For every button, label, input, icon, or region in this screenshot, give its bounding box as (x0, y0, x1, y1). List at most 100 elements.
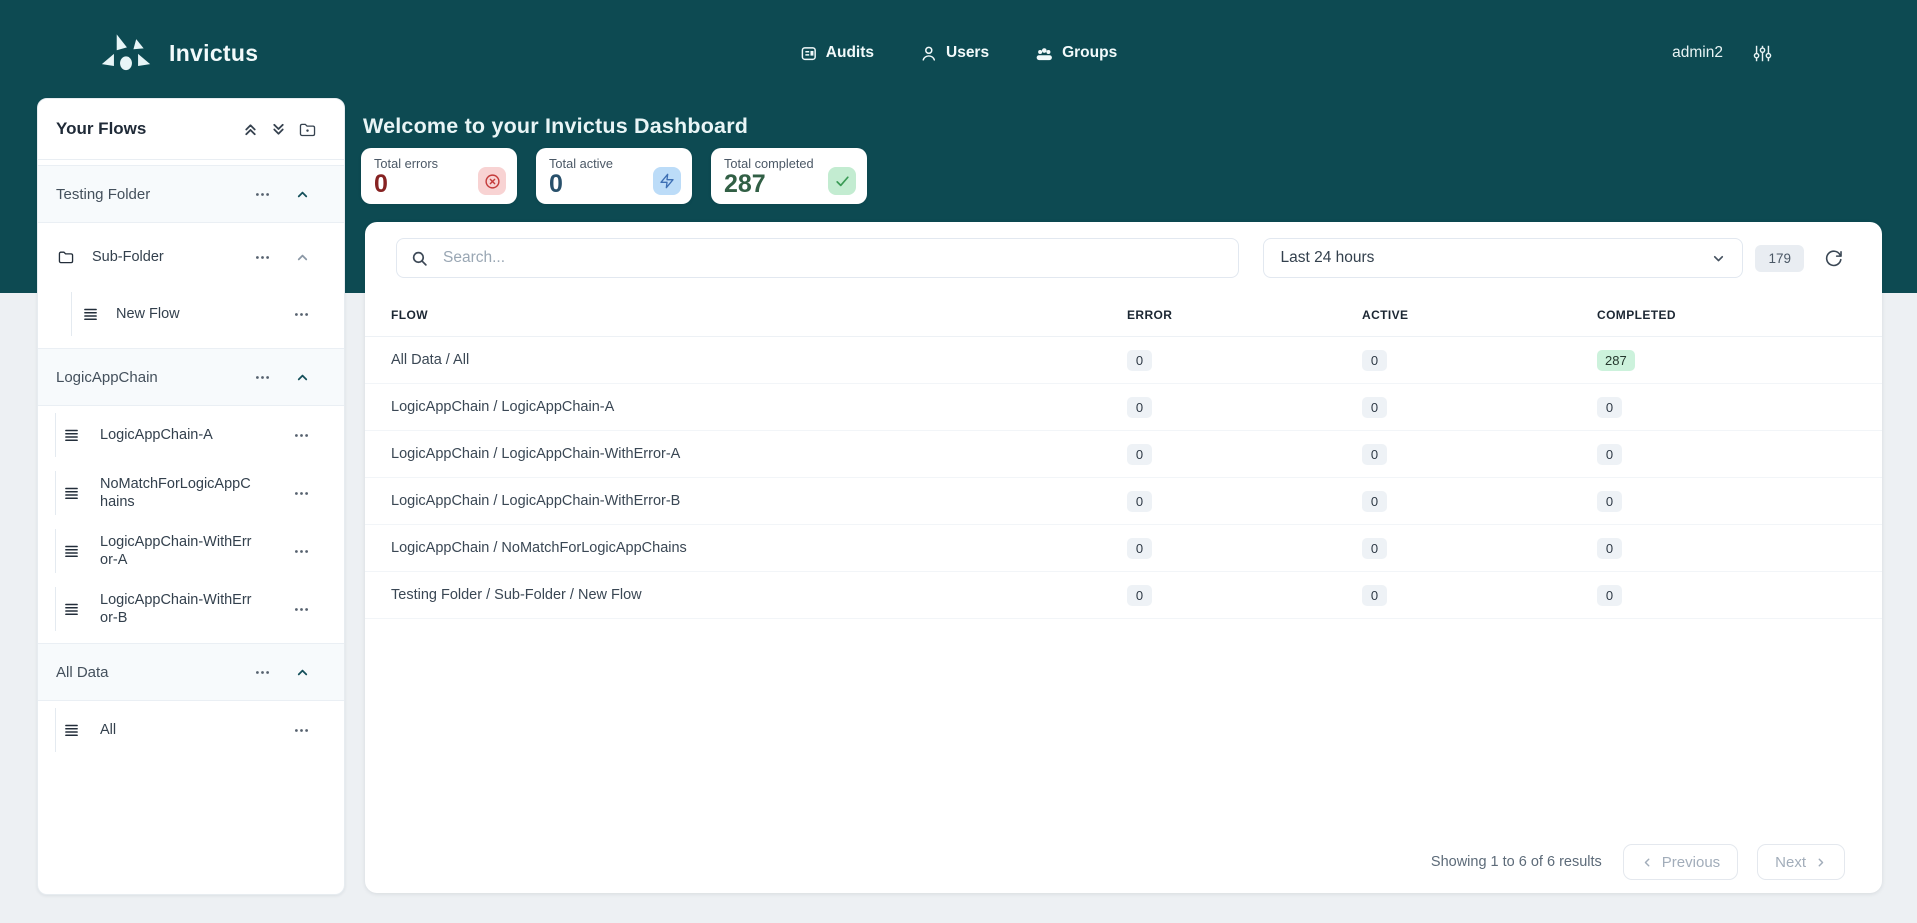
folder-menu-button[interactable] (252, 184, 273, 205)
settings-sliders-button[interactable] (1753, 44, 1772, 63)
previous-page-button[interactable]: Previous (1623, 844, 1738, 880)
error-circle-x-icon (478, 167, 506, 195)
subfolder-menu-button[interactable] (252, 247, 273, 268)
error-count: 0 (1127, 491, 1152, 512)
stat-label: Total active (549, 156, 613, 171)
table-row[interactable]: LogicAppChain / LogicAppChain-A 0 0 0 (365, 384, 1882, 431)
flow-icon (64, 723, 79, 738)
flow-menu-button[interactable] (291, 483, 312, 504)
completed-count: 0 (1597, 397, 1622, 418)
time-range-value: Last 24 hours (1280, 249, 1374, 267)
ellipsis-icon (254, 249, 271, 266)
brand-name: Invictus (169, 40, 258, 67)
sidebar-flow-all[interactable]: All (38, 701, 344, 759)
flow-name: LogicAppChain / LogicAppChain-A (391, 399, 1127, 415)
column-header-error: ERROR (1127, 308, 1362, 322)
column-header-completed: COMPLETED (1597, 308, 1856, 322)
folder-menu-button[interactable] (252, 662, 273, 683)
error-count: 0 (1127, 397, 1152, 418)
chevron-up-icon (295, 370, 310, 385)
nav-item-groups[interactable]: Groups (1035, 44, 1117, 62)
search-icon (411, 250, 428, 267)
top-bar-right: admin2 (1672, 44, 1917, 63)
sidebar-flow-new-flow[interactable]: New Flow (38, 285, 344, 343)
active-count: 0 (1362, 585, 1387, 606)
sidebar-folder-logicappchain[interactable]: LogicAppChain (38, 348, 344, 406)
folder-collapse-button[interactable] (293, 368, 312, 387)
flow-menu-button[interactable] (291, 304, 312, 325)
completed-count: 0 (1597, 491, 1622, 512)
table-row[interactable]: LogicAppChain / LogicAppChain-WithError-… (365, 478, 1882, 525)
flow-menu-button[interactable] (291, 720, 312, 741)
folder-menu-button[interactable] (252, 367, 273, 388)
chevron-up-icon (295, 250, 310, 265)
folder-collapse-button[interactable] (293, 185, 312, 204)
sidebar-header: Your Flows (38, 99, 344, 160)
completed-count: 0 (1597, 585, 1622, 606)
chevron-right-icon (1814, 856, 1827, 869)
collapse-all-button[interactable] (243, 122, 258, 137)
ellipsis-icon (293, 722, 310, 739)
flow-menu-button[interactable] (291, 599, 312, 620)
stats-row: Total errors 0 Total active 0 Total comp… (361, 148, 867, 204)
flow-menu-button[interactable] (291, 541, 312, 562)
completed-check-icon (828, 167, 856, 195)
time-range-select[interactable]: Last 24 hours (1263, 238, 1743, 278)
flow-name: All Data / All (391, 352, 1127, 368)
expand-all-button[interactable] (271, 122, 286, 137)
stat-card-total-errors: Total errors 0 (361, 148, 517, 204)
indent-guide (55, 471, 56, 515)
indent-guide (55, 529, 56, 573)
result-count-badge: 179 (1755, 245, 1804, 272)
sidebar-flow-logicappchain-witherror-b[interactable]: LogicAppChain-WithError-B (38, 580, 344, 638)
nav-item-audits[interactable]: Audits (800, 44, 874, 62)
sidebar-flow-nomatchforlogicappchains[interactable]: NoMatchForLogicAppChains (38, 464, 344, 522)
flows-sidebar: Your Flows (37, 98, 345, 895)
active-count: 0 (1362, 538, 1387, 559)
refresh-button[interactable] (1822, 247, 1845, 270)
sidebar-flow-logicappchain-a[interactable]: LogicAppChain-A (38, 406, 344, 464)
flow-label: All (100, 721, 116, 739)
flows-panel: Last 24 hours 179 FLOW ERROR ACTIVE COMP… (365, 222, 1882, 893)
current-user[interactable]: admin2 (1672, 44, 1723, 62)
sidebar-folder-all-data[interactable]: All Data (38, 643, 344, 701)
next-page-button[interactable]: Next (1757, 844, 1845, 880)
sidebar-folder-testing-folder[interactable]: Testing Folder (38, 165, 344, 223)
flow-icon (64, 544, 79, 559)
nav-item-users[interactable]: Users (920, 44, 989, 62)
flow-menu-button[interactable] (291, 425, 312, 446)
folder-collapse-button[interactable] (293, 663, 312, 682)
pagination-summary: Showing 1 to 6 of 6 results (1431, 854, 1602, 870)
flow-name: LogicAppChain / LogicAppChain-WithError-… (391, 446, 1127, 462)
nav-item-label: Groups (1062, 44, 1117, 62)
previous-page-label: Previous (1662, 854, 1720, 871)
table-row[interactable]: Testing Folder / Sub-Folder / New Flow 0… (365, 572, 1882, 619)
chevron-down-icon (1711, 251, 1726, 266)
invictus-logo-icon (100, 33, 152, 73)
indent-guide (55, 413, 56, 457)
chevron-left-icon (1641, 856, 1654, 869)
brand-logo[interactable]: Invictus (100, 33, 258, 73)
error-count: 0 (1127, 350, 1152, 371)
double-chevron-up-icon (243, 122, 258, 137)
subfolder-collapse-button[interactable] (293, 248, 312, 267)
refresh-icon (1824, 249, 1843, 268)
active-bolt-icon (653, 167, 681, 195)
table-header: FLOW ERROR ACTIVE COMPLETED (365, 294, 1882, 337)
search-input[interactable] (441, 248, 1224, 268)
audits-icon (800, 45, 817, 62)
table-row[interactable]: LogicAppChain / LogicAppChain-WithError-… (365, 431, 1882, 478)
new-folder-button[interactable] (299, 122, 316, 137)
folder-label: LogicAppChain (56, 369, 158, 386)
table-row[interactable]: All Data / All 0 0 287 (365, 337, 1882, 384)
table-row[interactable]: LogicAppChain / NoMatchForLogicAppChains… (365, 525, 1882, 572)
sidebar-flow-logicappchain-witherror-a[interactable]: LogicAppChain-WithError-A (38, 522, 344, 580)
double-chevron-down-icon (271, 122, 286, 137)
top-bar: Invictus Audits Users (0, 0, 1917, 106)
active-count: 0 (1362, 444, 1387, 465)
sidebar-subfolder-sub-folder[interactable]: Sub-Folder (38, 229, 344, 285)
error-count: 0 (1127, 444, 1152, 465)
folder-icon (58, 250, 74, 264)
nav-item-label: Users (946, 44, 989, 62)
ellipsis-icon (293, 601, 310, 618)
